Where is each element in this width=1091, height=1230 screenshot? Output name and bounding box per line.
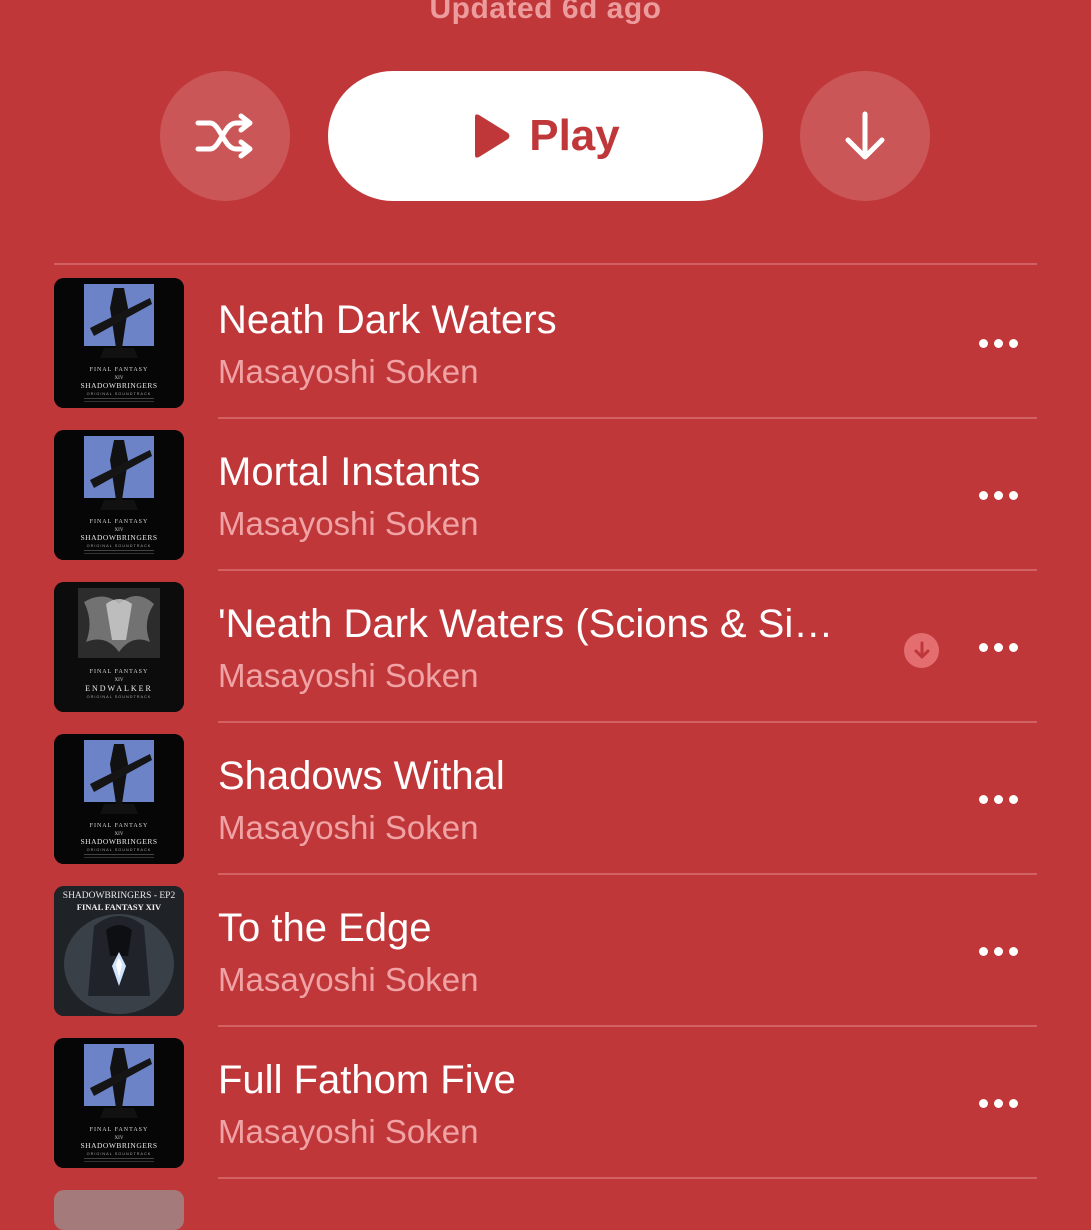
- track-title: Full Fathom Five: [218, 1058, 516, 1102]
- svg-text:SHADOWBRINGERS: SHADOWBRINGERS: [80, 381, 157, 390]
- play-icon: [475, 114, 510, 158]
- svg-text:FINAL FANTASY: FINAL FANTASY: [90, 823, 149, 829]
- svg-text:FINAL FANTASY: FINAL FANTASY: [90, 367, 149, 373]
- album-artwork: FINAL FANTASY XIV SHADOWBRINGERS ORIGINAL S…: [54, 430, 184, 560]
- more-options-icon[interactable]: [968, 475, 1028, 515]
- svg-text:ENDWALKER: ENDWALKER: [85, 684, 153, 693]
- shuffle-button[interactable]: [160, 71, 290, 201]
- more-options-icon[interactable]: [968, 931, 1028, 971]
- svg-text:SHADOWBRINGERS: SHADOWBRINGERS: [80, 837, 157, 846]
- album-artwork: FINAL FANTASY XIV SHADOWBRINGERS ORIGINAL S…: [54, 278, 184, 408]
- svg-text:FINAL FANTASY: FINAL FANTASY: [90, 519, 149, 525]
- track-row[interactable]: FINAL FANTASY XIV SHADOWBRINGERS ORIGINAL S…: [0, 265, 1091, 419]
- more-options-icon[interactable]: [968, 627, 1028, 667]
- track-row[interactable]: FINAL FANTASY XIV SHADOWBRINGERS ORIGINAL S…: [0, 721, 1091, 875]
- track-title: To the Edge: [218, 906, 432, 950]
- track-row[interactable]: FINAL FANTASY XIV SHADOWBRINGERS ORIGINAL S…: [0, 417, 1091, 571]
- downloaded-icon: [904, 633, 939, 668]
- svg-text:FINAL FANTASY: FINAL FANTASY: [90, 669, 149, 675]
- svg-text:ORIGINAL SOUNDTRACK: ORIGINAL SOUNDTRACK: [87, 695, 152, 699]
- album-artwork: FINAL FANTASY XIV SHADOWBRINGERS ORIGINAL S…: [54, 734, 184, 864]
- track-artist: Masayoshi Soken: [218, 505, 479, 542]
- track-title: Neath Dark Waters: [218, 298, 557, 342]
- updated-label: Updated 6d ago: [429, 0, 662, 25]
- svg-text:ORIGINAL SOUNDTRACK: ORIGINAL SOUNDTRACK: [87, 848, 152, 852]
- svg-text:FINAL FANTASY: FINAL FANTASY: [90, 1127, 149, 1133]
- shuffle-icon: [195, 113, 253, 159]
- svg-text:ORIGINAL SOUNDTRACK: ORIGINAL SOUNDTRACK: [87, 392, 152, 396]
- track-artist: Masayoshi Soken: [218, 809, 479, 846]
- more-options-icon[interactable]: [968, 779, 1028, 819]
- track-artist: Masayoshi Soken: [218, 353, 479, 390]
- track-title: Shadows Withal: [218, 754, 505, 798]
- svg-text:SHADOWBRINGERS: SHADOWBRINGERS: [80, 1141, 157, 1150]
- album-artwork: FINAL FANTASY XIV SHADOWBRINGERS ORIGINAL S…: [54, 1038, 184, 1168]
- download-button[interactable]: [800, 71, 930, 201]
- play-label: Play: [529, 111, 620, 160]
- track-artist: Masayoshi Soken: [218, 1113, 479, 1150]
- svg-text:FINAL FANTASY XIV: FINAL FANTASY XIV: [77, 902, 162, 912]
- track-row[interactable]: SHADOWBRINGERS - EP2 FINAL FANTASY XIV To …: [0, 873, 1091, 1027]
- track-title: Mortal Instants: [218, 450, 481, 494]
- play-button[interactable]: Play: [328, 71, 763, 201]
- album-artwork: FINAL FANTASY XIV ENDWALKER ORIGINAL SOUNDT…: [54, 582, 184, 712]
- album-artwork-partial: [54, 1190, 184, 1230]
- track-artist: Masayoshi Soken: [218, 961, 479, 998]
- track-title: 'Neath Dark Waters (Scions & Sinners): [218, 602, 838, 646]
- svg-text:ORIGINAL SOUNDTRACK: ORIGINAL SOUNDTRACK: [87, 1152, 152, 1156]
- more-options-icon[interactable]: [968, 1083, 1028, 1123]
- svg-text:XIV: XIV: [115, 678, 124, 683]
- svg-text:ORIGINAL SOUNDTRACK: ORIGINAL SOUNDTRACK: [87, 544, 152, 548]
- svg-text:SHADOWBRINGERS - EP2: SHADOWBRINGERS - EP2: [63, 891, 176, 901]
- svg-text:SHADOWBRINGERS: SHADOWBRINGERS: [80, 533, 157, 542]
- row-divider: [218, 1177, 1037, 1179]
- track-row[interactable]: FINAL FANTASY XIV ENDWALKER ORIGINAL SOUNDT…: [0, 569, 1091, 723]
- album-artwork: SHADOWBRINGERS - EP2 FINAL FANTASY XIV: [54, 886, 184, 1016]
- playback-controls: Play: [0, 71, 1091, 201]
- more-options-icon[interactable]: [968, 323, 1028, 363]
- arrow-down-icon: [845, 111, 885, 160]
- track-row[interactable]: FINAL FANTASY XIV SHADOWBRINGERS ORIGINAL S…: [0, 1025, 1091, 1179]
- track-artist: Masayoshi Soken: [218, 657, 479, 694]
